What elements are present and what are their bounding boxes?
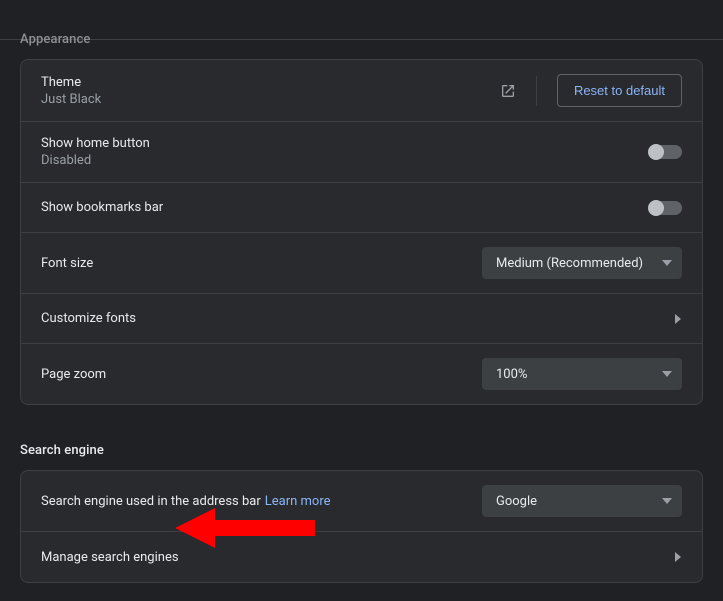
search-engine-card: Search engine used in the address bar Le…: [20, 470, 703, 583]
open-external-icon[interactable]: [500, 83, 516, 99]
manage-search-engines-row[interactable]: Manage search engines: [21, 532, 702, 582]
bookmarks-label: Show bookmarks bar: [41, 200, 163, 215]
bookmarks-row: Show bookmarks bar: [21, 183, 702, 233]
appearance-card: Theme Just Black Reset to default Show h…: [20, 59, 703, 405]
chevron-right-icon: [674, 313, 682, 325]
page-zoom-row: Page zoom 100%: [21, 344, 702, 404]
customize-fonts-label: Customize fonts: [41, 311, 136, 326]
manage-search-engines-label: Manage search engines: [41, 550, 179, 565]
section-title-search-engine: Search engine: [20, 425, 703, 470]
learn-more-link[interactable]: Learn more: [265, 494, 331, 509]
vertical-divider: [536, 76, 537, 106]
home-button-row: Show home button Disabled: [21, 122, 702, 183]
font-size-select-value: Medium (Recommended): [496, 256, 643, 271]
theme-label: Theme: [41, 75, 101, 90]
home-button-label: Show home button: [41, 136, 150, 151]
caret-down-icon: [662, 258, 672, 268]
page-zoom-select-value: 100%: [496, 367, 527, 382]
caret-down-icon: [662, 369, 672, 379]
font-size-row: Font size Medium (Recommended): [21, 233, 702, 294]
home-button-toggle[interactable]: [650, 145, 682, 159]
search-engine-select-value: Google: [496, 494, 537, 509]
search-engine-used-row: Search engine used in the address bar Le…: [21, 471, 702, 532]
search-engine-select[interactable]: Google: [482, 485, 682, 517]
search-engine-used-label: Search engine used in the address bar: [41, 494, 261, 509]
section-title-appearance: Appearance: [20, 32, 703, 59]
caret-down-icon: [662, 496, 672, 506]
bookmarks-toggle[interactable]: [650, 201, 682, 215]
page-zoom-label: Page zoom: [41, 367, 106, 382]
home-button-value: Disabled: [41, 153, 150, 168]
font-size-label: Font size: [41, 256, 93, 271]
customize-fonts-row[interactable]: Customize fonts: [21, 294, 702, 344]
reset-to-default-button[interactable]: Reset to default: [557, 74, 682, 107]
font-size-select[interactable]: Medium (Recommended): [482, 247, 682, 279]
chevron-right-icon: [674, 551, 682, 563]
page-zoom-select[interactable]: 100%: [482, 358, 682, 390]
theme-row: Theme Just Black Reset to default: [21, 60, 702, 122]
theme-value: Just Black: [41, 92, 101, 107]
